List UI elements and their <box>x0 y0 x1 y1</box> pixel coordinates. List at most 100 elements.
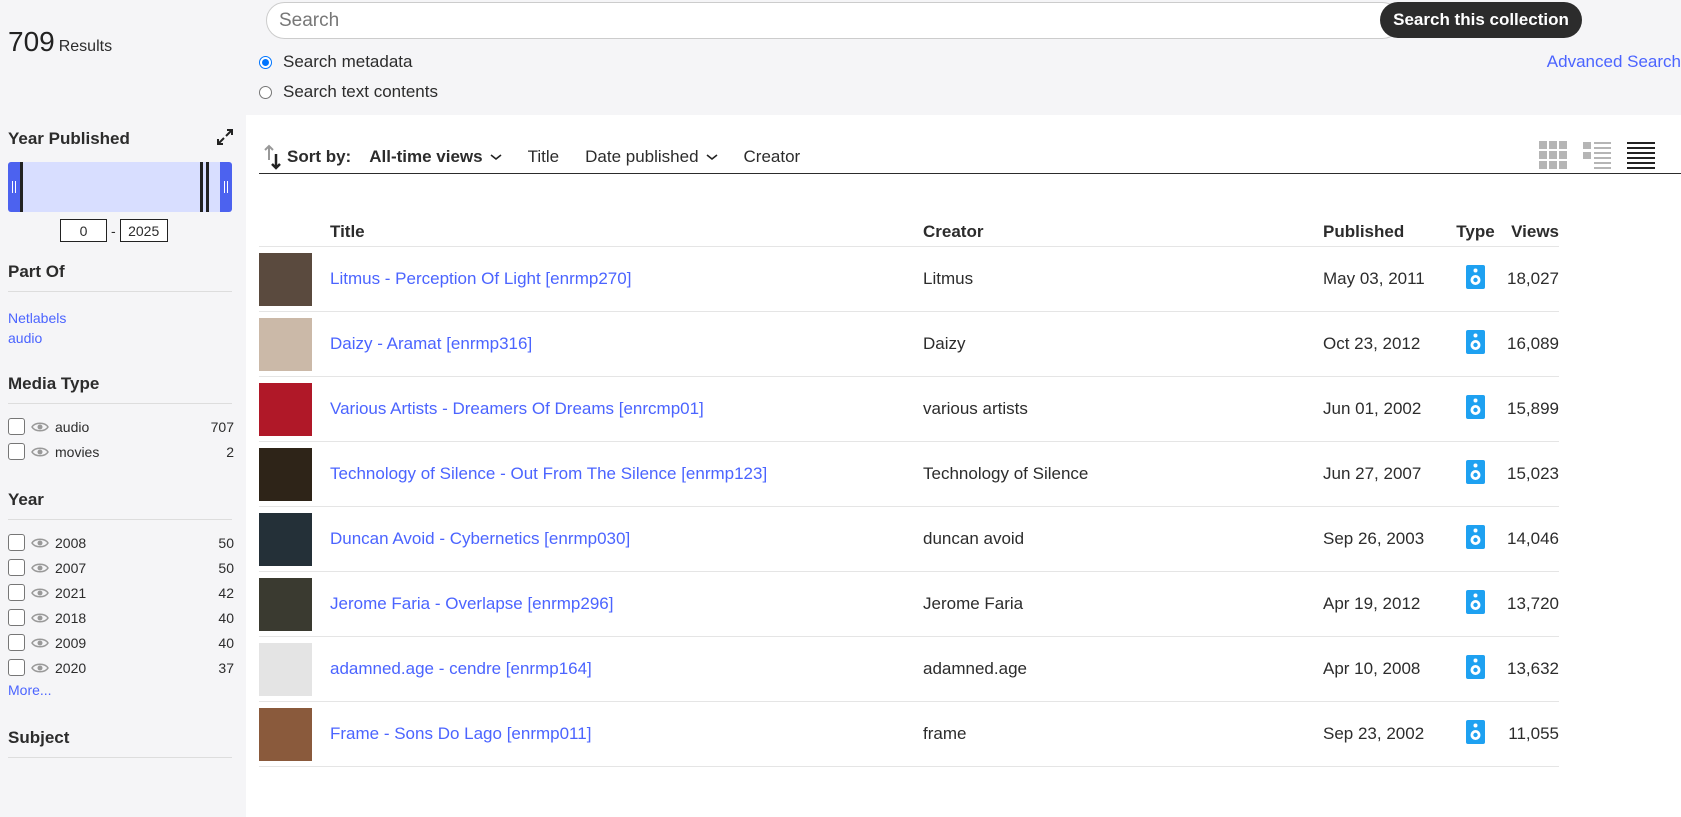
item-published: Apr 10, 2008 <box>1323 659 1421 678</box>
sort-option-date[interactable]: Date published <box>585 147 718 167</box>
radio-search-text[interactable]: Search text contents <box>259 82 438 102</box>
sort-option-views[interactable]: All-time views <box>369 147 502 167</box>
facet-checkbox[interactable] <box>8 418 25 435</box>
item-thumbnail[interactable] <box>259 317 312 371</box>
facet-item: 2021 42 <box>8 580 234 605</box>
item-title-link[interactable]: Jerome Faria - Overlapse [enrmp296] <box>330 594 613 613</box>
year-max-input[interactable]: 2025 <box>119 219 168 242</box>
eye-icon[interactable] <box>31 421 49 433</box>
column-views[interactable]: Views <box>1506 222 1559 242</box>
chevron-down-icon <box>490 153 502 160</box>
part-of-link-netlabels[interactable]: Netlabels <box>8 308 234 328</box>
item-creator: Jerome Faria <box>923 594 1024 613</box>
item-thumbnail[interactable] <box>259 382 312 436</box>
sort-direction-icon[interactable] <box>263 144 283 170</box>
eye-icon[interactable] <box>31 662 49 674</box>
item-thumbnail[interactable] <box>259 447 312 501</box>
facet-checkbox[interactable] <box>8 584 25 601</box>
eye-icon[interactable] <box>31 637 49 649</box>
facet-checkbox[interactable] <box>8 634 25 651</box>
part-of-link-audio[interactable]: audio <box>8 328 234 348</box>
item-creator: Technology of Silence <box>923 464 1089 483</box>
facet-item: audio 707 <box>8 414 234 439</box>
item-creator: Daizy <box>923 334 966 353</box>
year-published-facet: Year Published 0 - 2025 <box>8 128 234 242</box>
column-creator[interactable]: Creator <box>923 222 1323 242</box>
eye-icon[interactable] <box>31 446 49 458</box>
item-title-link[interactable]: Daizy - Aramat [enrmp316] <box>330 334 532 353</box>
eye-icon[interactable] <box>31 612 49 624</box>
results-label: Results <box>58 38 113 55</box>
search-collection-button[interactable]: Search this collection <box>1380 2 1582 38</box>
search-input[interactable]: Search <box>266 2 1401 39</box>
column-type: Type <box>1456 222 1495 241</box>
item-title-link[interactable]: Frame - Sons Do Lago [enrmp011] <box>330 724 591 743</box>
item-title-link[interactable]: Various Artists - Dreamers Of Dreams [en… <box>330 399 704 418</box>
sort-option-creator[interactable]: Creator <box>744 147 801 167</box>
eye-icon[interactable] <box>31 537 49 549</box>
year-min-input[interactable]: 0 <box>60 219 107 242</box>
year-title: Year <box>8 490 44 509</box>
sort-option-title[interactable]: Title <box>528 147 560 167</box>
facet-checkbox[interactable] <box>8 609 25 626</box>
facet-count: 50 <box>218 534 234 551</box>
item-thumbnail[interactable] <box>259 252 312 306</box>
facet-checkbox[interactable] <box>8 443 25 460</box>
subject-title: Subject <box>8 728 70 747</box>
eye-icon[interactable] <box>31 587 49 599</box>
advanced-search-link[interactable]: Advanced Search <box>1547 52 1681 72</box>
list-detail-view-icon[interactable] <box>1582 140 1612 170</box>
media-type-title: Media Type <box>8 374 100 393</box>
histogram-bar <box>200 162 203 212</box>
facet-count: 2 <box>226 443 234 460</box>
item-title-link[interactable]: Duncan Avoid - Cybernetics [enrmp030] <box>330 529 630 548</box>
audio-type-icon <box>1466 524 1485 549</box>
facet-checkbox[interactable] <box>8 659 25 676</box>
results-count: 709 Results <box>8 26 112 58</box>
facet-checkbox[interactable] <box>8 559 25 576</box>
audio-type-icon <box>1466 264 1485 289</box>
facet-count: 40 <box>218 609 234 626</box>
item-creator: duncan avoid <box>923 529 1025 548</box>
facet-item: 2007 50 <box>8 555 234 580</box>
column-published[interactable]: Published <box>1323 222 1445 242</box>
radio-search-metadata[interactable]: Search metadata <box>259 52 412 72</box>
slider-max-handle[interactable] <box>220 162 232 212</box>
radio-button[interactable] <box>259 85 272 99</box>
results-number: 709 <box>8 26 55 57</box>
facet-checkbox[interactable] <box>8 534 25 551</box>
table-row: Technology of Silence - Out From The Sil… <box>259 442 1559 507</box>
item-views: 15,899 <box>1507 399 1559 418</box>
facet-label: 2018 <box>55 609 87 626</box>
year-range-slider[interactable] <box>8 162 232 212</box>
slider-min-handle[interactable] <box>8 162 20 212</box>
year-facet: Year 2008 50 2007 50 2021 42 2018 40 2009 40 2020 3… <box>8 490 234 698</box>
audio-type-icon <box>1466 329 1485 354</box>
item-views: 15,023 <box>1507 464 1559 483</box>
facet-count: 42 <box>218 584 234 601</box>
item-thumbnail[interactable] <box>259 577 312 631</box>
chevron-down-icon <box>706 153 718 160</box>
display-mode-toggles <box>1538 140 1656 170</box>
radio-button[interactable] <box>259 55 272 69</box>
expand-icon[interactable] <box>216 128 234 146</box>
compact-list-view-icon[interactable] <box>1626 140 1656 170</box>
item-title-link[interactable]: Technology of Silence - Out From The Sil… <box>330 464 767 483</box>
item-thumbnail[interactable] <box>259 707 312 761</box>
results-table: Title Creator Published Type Views Litmu… <box>259 218 1559 767</box>
more-link[interactable]: More... <box>8 682 234 698</box>
table-row: Various Artists - Dreamers Of Dreams [en… <box>259 377 1559 442</box>
column-title[interactable]: Title <box>330 222 923 242</box>
search-area: Search Search this collection Search met… <box>246 0 1681 115</box>
facet-item: 2020 37 <box>8 655 234 680</box>
item-title-link[interactable]: Litmus - Perception Of Light [enrmp270] <box>330 269 631 288</box>
item-thumbnail[interactable] <box>259 642 312 696</box>
table-header: Title Creator Published Type Views <box>259 218 1559 247</box>
eye-icon[interactable] <box>31 562 49 574</box>
item-thumbnail[interactable] <box>259 512 312 566</box>
item-title-link[interactable]: adamned.age - cendre [enrmp164] <box>330 659 592 678</box>
histogram-bar <box>206 162 209 212</box>
facet-label: 2009 <box>55 634 87 651</box>
grid-view-icon[interactable] <box>1538 140 1568 170</box>
facet-item: 2008 50 <box>8 530 234 555</box>
